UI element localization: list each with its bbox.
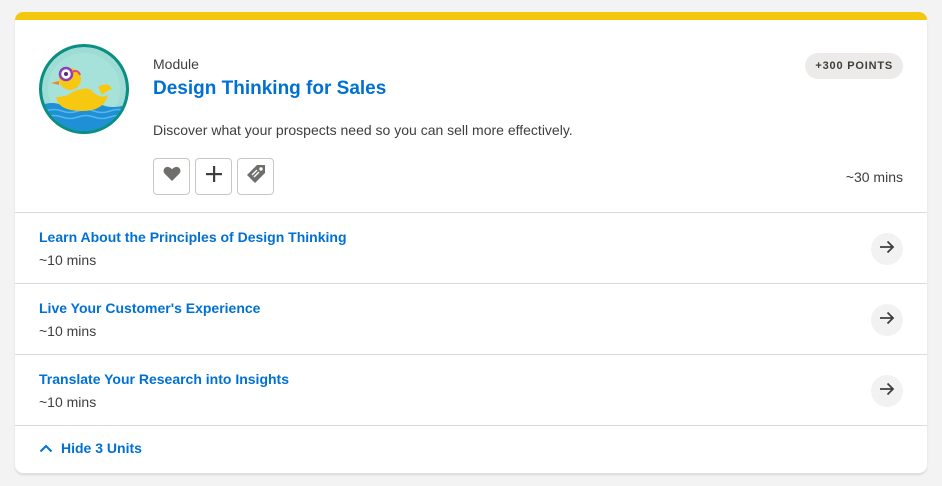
module-accent-bar bbox=[15, 12, 927, 20]
module-title-link[interactable]: Design Thinking for Sales bbox=[153, 78, 386, 100]
module-badge-icon bbox=[39, 44, 129, 134]
unit-open-button[interactable] bbox=[871, 304, 903, 336]
tag-icon bbox=[246, 164, 266, 189]
unit-duration: ~10 mins bbox=[39, 323, 97, 339]
unit-list: Learn About the Principles of Design Thi… bbox=[15, 212, 927, 425]
arrow-right-icon bbox=[879, 240, 895, 259]
arrow-right-icon bbox=[879, 311, 895, 330]
module-actions bbox=[153, 158, 274, 195]
unit-row[interactable]: Live Your Customer's Experience ~10 mins bbox=[15, 283, 927, 354]
add-to-list-button[interactable] bbox=[195, 158, 232, 195]
module-type-label: Module bbox=[153, 56, 199, 72]
plus-icon bbox=[205, 165, 223, 188]
unit-duration: ~10 mins bbox=[39, 252, 97, 268]
favorite-button[interactable] bbox=[153, 158, 190, 195]
chevron-up-icon bbox=[39, 440, 53, 456]
unit-open-button[interactable] bbox=[871, 233, 903, 265]
points-badge: +300 POINTS bbox=[805, 53, 903, 79]
tag-button[interactable] bbox=[237, 158, 274, 195]
card-footer: Hide 3 Units bbox=[15, 425, 927, 473]
hide-units-toggle[interactable]: Hide 3 Units bbox=[39, 440, 142, 456]
unit-duration: ~10 mins bbox=[39, 394, 97, 410]
module-header: Module Design Thinking for Sales Discove… bbox=[15, 20, 927, 213]
unit-title-link[interactable]: Learn About the Principles of Design Thi… bbox=[39, 229, 347, 245]
unit-title-link[interactable]: Live Your Customer's Experience bbox=[39, 300, 260, 316]
module-description: Discover what your prospects need so you… bbox=[153, 122, 573, 138]
module-card: Module Design Thinking for Sales Discove… bbox=[15, 12, 927, 473]
unit-open-button[interactable] bbox=[871, 375, 903, 407]
unit-row[interactable]: Learn About the Principles of Design Thi… bbox=[15, 212, 927, 283]
heart-icon bbox=[163, 166, 181, 187]
unit-row[interactable]: Translate Your Research into Insights ~1… bbox=[15, 354, 927, 425]
hide-units-label: Hide 3 Units bbox=[61, 440, 142, 456]
arrow-right-icon bbox=[879, 382, 895, 401]
unit-title-link[interactable]: Translate Your Research into Insights bbox=[39, 371, 289, 387]
module-duration: ~30 mins bbox=[845, 169, 903, 185]
